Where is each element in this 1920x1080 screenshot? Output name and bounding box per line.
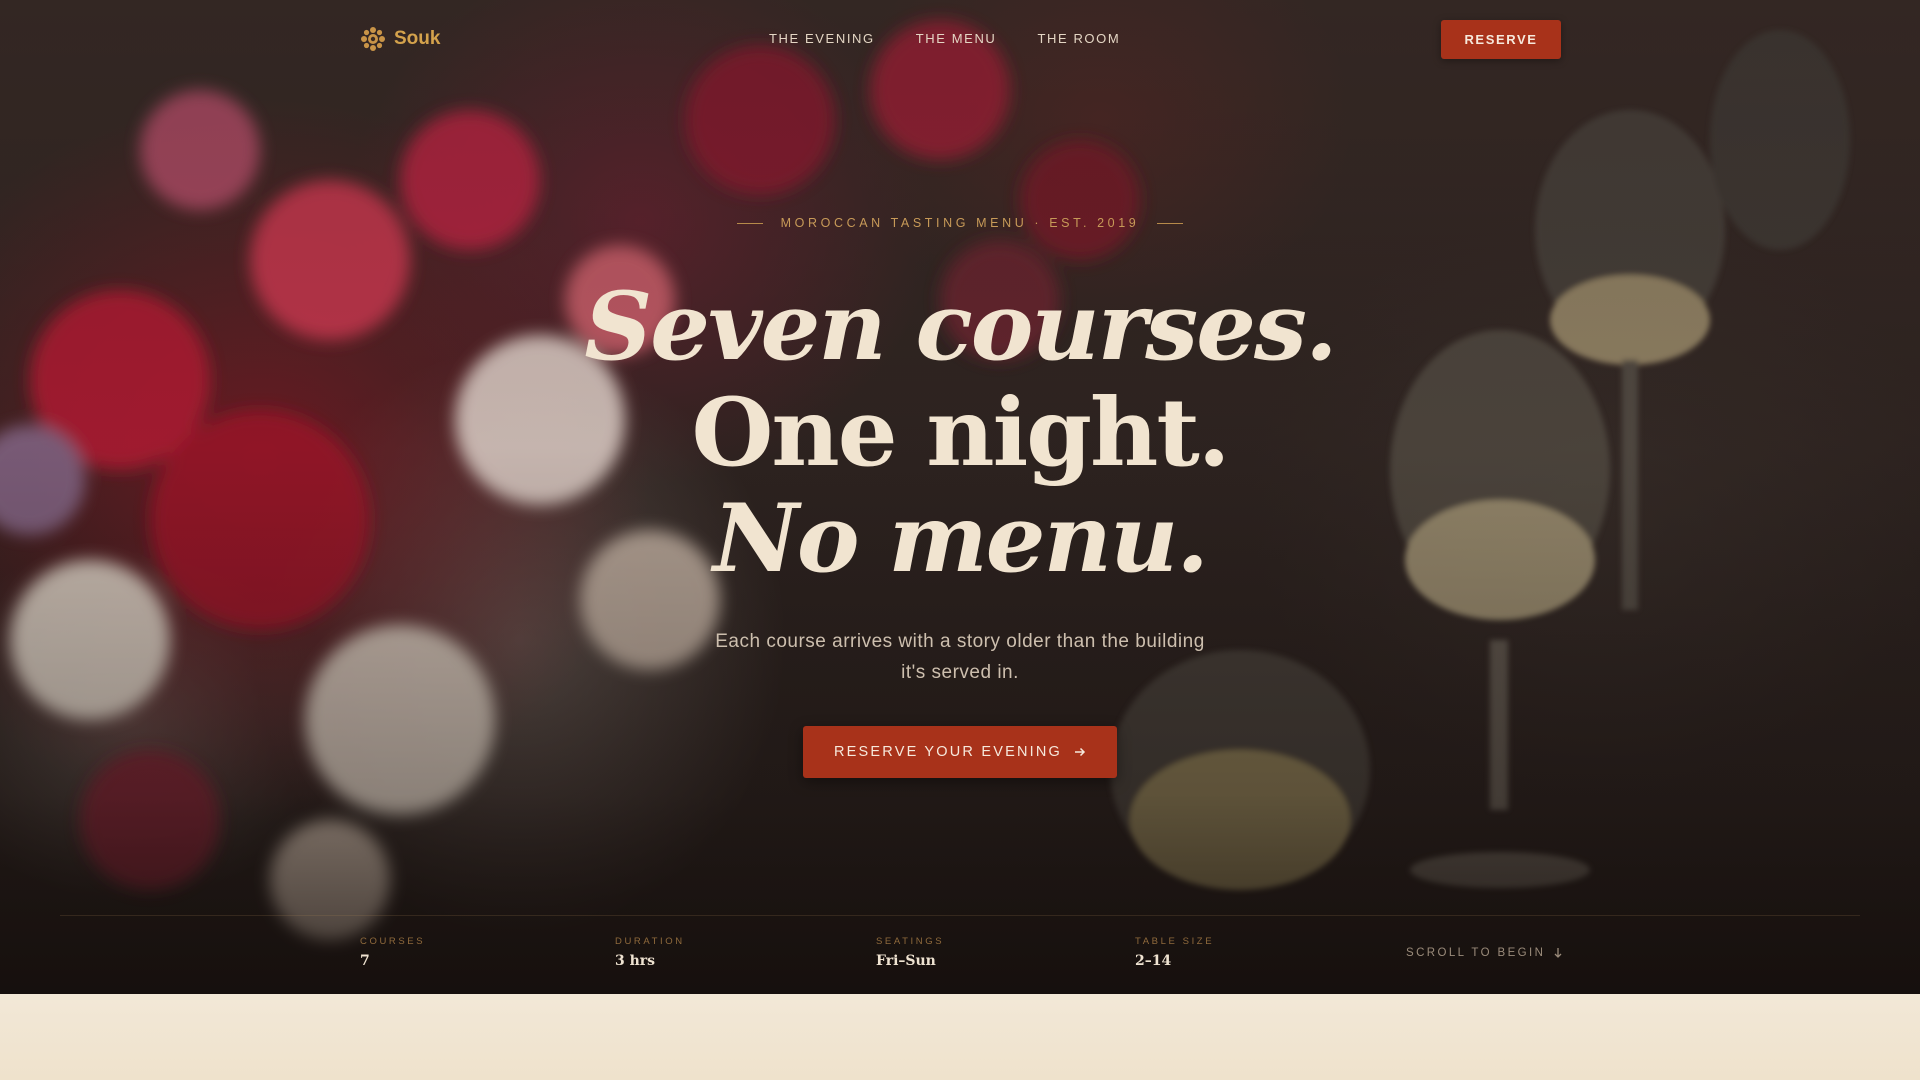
stat-duration: DURATION 3 hrs (615, 936, 685, 969)
nav-links: THE EVENING THE MENU THE ROOM (769, 31, 1120, 46)
headline-line-1: Seven courses. (584, 272, 1337, 382)
eyebrow-line-left (736, 222, 763, 224)
stat-value: 7 (360, 953, 370, 969)
eyebrow-line-right (1157, 222, 1184, 224)
headline-line-3: No menu. (712, 484, 1209, 594)
stat-table-size: TABLE SIZE 2–14 (1135, 936, 1214, 969)
stat-value: 2–14 (1135, 953, 1172, 969)
brand-logo[interactable]: Souk (360, 26, 440, 52)
eyebrow-text: MOROCCAN TASTING MENU · EST. 2019 (780, 216, 1140, 230)
stat-seatings: SEATINGS Fri–Sun (876, 936, 944, 969)
stat-courses: COURSES 7 (360, 936, 425, 969)
stats-divider (60, 915, 1860, 916)
stat-value: Fri–Sun (876, 953, 936, 969)
nav-reserve-button[interactable]: RESERVE (1441, 20, 1561, 59)
reserve-evening-button[interactable]: RESERVE YOUR EVENING (803, 726, 1117, 778)
stat-label: TABLE SIZE (1135, 936, 1215, 947)
arrow-right-icon (1075, 747, 1086, 757)
stat-label: DURATION (615, 936, 685, 947)
rosette-icon (361, 27, 385, 51)
hero-subtitle: Each course arrives with a story older t… (715, 631, 1205, 683)
next-section (0, 994, 1920, 1080)
top-navigation: Souk THE EVENING THE MENU THE ROOM RESER… (0, 0, 1920, 80)
brand-name: Souk (394, 28, 441, 49)
nav-link-the-menu[interactable]: THE MENU (916, 31, 997, 46)
arrow-down-icon (1554, 948, 1562, 958)
hero-headline: Seven courses. One night. No menu. (0, 274, 1920, 592)
cta-label: RESERVE YOUR EVENING (834, 744, 1062, 760)
eyebrow-row: MOROCCAN TASTING MENU · EST. 2019 (0, 216, 1920, 230)
scroll-label: SCROLL TO BEGIN (1406, 947, 1546, 959)
headline-line-2: One night. (691, 378, 1230, 488)
nav-link-the-room[interactable]: THE ROOM (1037, 31, 1120, 46)
stat-label: COURSES (360, 936, 426, 947)
stat-label: SEATINGS (876, 936, 945, 947)
stat-value: 3 hrs (615, 953, 656, 969)
nav-link-the-evening[interactable]: THE EVENING (769, 31, 875, 46)
hero-section: Souk THE EVENING THE MENU THE ROOM RESER… (0, 0, 1920, 994)
scroll-to-begin[interactable]: SCROLL TO BEGIN (1406, 947, 1563, 959)
